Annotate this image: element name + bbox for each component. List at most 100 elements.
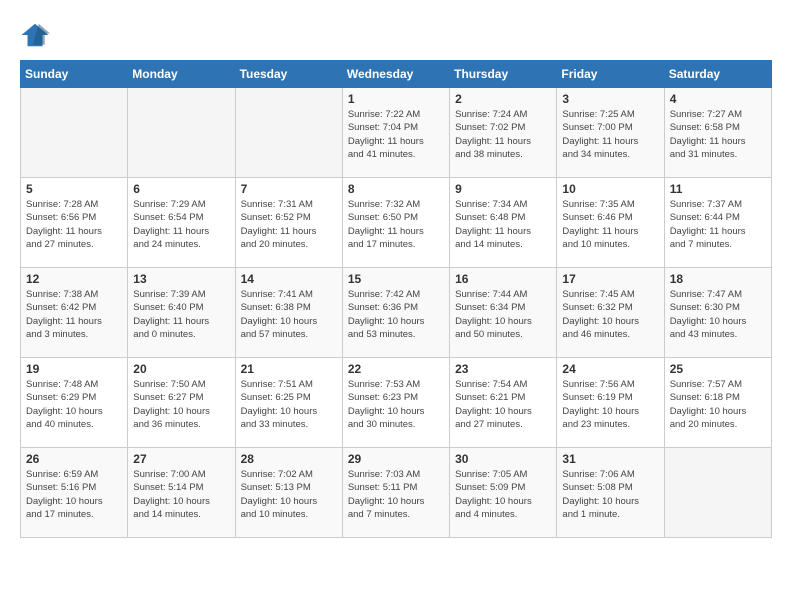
day-cell: 27Sunrise: 7:00 AM Sunset: 5:14 PM Dayli…	[128, 448, 235, 538]
day-info: Sunrise: 7:50 AM Sunset: 6:27 PM Dayligh…	[133, 378, 229, 431]
day-cell: 29 Sunrise: 7:03 AM Sunset: 5:11 PM Dayli…	[342, 448, 449, 538]
day-cell	[128, 88, 235, 178]
day-cell: 4 Sunrise: 7:27 AM Sunset: 6:58 PM Daylig…	[664, 88, 771, 178]
week-row-5: 26Sunrise: 6:59 AM Sunset: 5:16 PM Dayli…	[21, 448, 772, 538]
day-number: 16	[455, 272, 551, 286]
day-info: Sunrise: 7:53 AM Sunset: 6:23 PM Dayligh…	[348, 378, 444, 431]
day-info: Sunrise: 7:45 AM Sunset: 6:32 PM Dayligh…	[562, 288, 658, 341]
day-cell: 14 Sunrise: 7:41 AM Sunset: 6:38 PM Dayli…	[235, 268, 342, 358]
day-info: Sunrise: 7:05 AM Sunset: 5:09 PM Dayligh…	[455, 468, 551, 521]
day-info: Sunrise: 7:54 AM Sunset: 6:21 PM Dayligh…	[455, 378, 551, 431]
header-tuesday: Tuesday	[235, 61, 342, 88]
day-info: Sunrise: 7:03 AM Sunset: 5:11 PM Dayligh…	[348, 468, 444, 521]
day-info: Sunrise: 6:59 AM Sunset: 5:16 PM Dayligh…	[26, 468, 122, 521]
day-number: 13	[133, 272, 229, 286]
logo-icon	[20, 20, 50, 50]
day-info: Sunrise: 7:34 AM Sunset: 6:48 PM Dayligh…	[455, 198, 551, 251]
week-row-3: 12 Sunrise: 7:38 AM Sunset: 6:42 PM Dayli…	[21, 268, 772, 358]
day-info: Sunrise: 7:57 AM Sunset: 6:18 PM Dayligh…	[670, 378, 766, 431]
day-number: 14	[241, 272, 337, 286]
day-number: 25	[670, 362, 766, 376]
day-number: 22	[348, 362, 444, 376]
day-cell: 13 Sunrise: 7:39 AM Sunset: 6:40 PM Dayli…	[128, 268, 235, 358]
day-info: Sunrise: 7:24 AM Sunset: 7:02 PM Dayligh…	[455, 108, 551, 161]
day-number: 12	[26, 272, 122, 286]
day-number: 11	[670, 182, 766, 196]
day-cell: 24Sunrise: 7:56 AM Sunset: 6:19 PM Dayli…	[557, 358, 664, 448]
day-info: Sunrise: 7:25 AM Sunset: 7:00 PM Dayligh…	[562, 108, 658, 161]
week-row-1: 1 Sunrise: 7:22 AM Sunset: 7:04 PM Daylig…	[21, 88, 772, 178]
day-cell	[664, 448, 771, 538]
day-number: 30	[455, 452, 551, 466]
day-number: 10	[562, 182, 658, 196]
day-cell: 11 Sunrise: 7:37 AM Sunset: 6:44 PM Dayli…	[664, 178, 771, 268]
day-number: 29	[348, 452, 444, 466]
day-info: Sunrise: 7:06 AM Sunset: 5:08 PM Dayligh…	[562, 468, 658, 521]
day-cell: 23Sunrise: 7:54 AM Sunset: 6:21 PM Dayli…	[450, 358, 557, 448]
day-info: Sunrise: 7:37 AM Sunset: 6:44 PM Dayligh…	[670, 198, 766, 251]
header-monday: Monday	[128, 61, 235, 88]
day-cell: 9Sunrise: 7:34 AM Sunset: 6:48 PM Daylig…	[450, 178, 557, 268]
day-number: 1	[348, 92, 444, 106]
week-row-4: 19Sunrise: 7:48 AM Sunset: 6:29 PM Dayli…	[21, 358, 772, 448]
day-number: 7	[241, 182, 337, 196]
day-cell: 16 Sunrise: 7:44 AM Sunset: 6:34 PM Dayli…	[450, 268, 557, 358]
calendar-header-row: SundayMondayTuesdayWednesdayThursdayFrid…	[21, 61, 772, 88]
day-number: 3	[562, 92, 658, 106]
day-number: 27	[133, 452, 229, 466]
day-cell	[235, 88, 342, 178]
day-number: 21	[241, 362, 337, 376]
week-row-2: 5 Sunrise: 7:28 AM Sunset: 6:56 PM Daylig…	[21, 178, 772, 268]
day-cell: 18 Sunrise: 7:47 AM Sunset: 6:30 PM Dayli…	[664, 268, 771, 358]
day-number: 18	[670, 272, 766, 286]
day-number: 6	[133, 182, 229, 196]
day-number: 15	[348, 272, 444, 286]
day-info: Sunrise: 7:39 AM Sunset: 6:40 PM Dayligh…	[133, 288, 229, 341]
day-cell: 8 Sunrise: 7:32 AM Sunset: 6:50 PM Daylig…	[342, 178, 449, 268]
day-cell: 1 Sunrise: 7:22 AM Sunset: 7:04 PM Daylig…	[342, 88, 449, 178]
day-cell: 31 Sunrise: 7:06 AM Sunset: 5:08 PM Dayli…	[557, 448, 664, 538]
day-cell: 30 Sunrise: 7:05 AM Sunset: 5:09 PM Dayli…	[450, 448, 557, 538]
day-cell: 17Sunrise: 7:45 AM Sunset: 6:32 PM Dayli…	[557, 268, 664, 358]
day-info: Sunrise: 7:32 AM Sunset: 6:50 PM Dayligh…	[348, 198, 444, 251]
day-cell: 10 Sunrise: 7:35 AM Sunset: 6:46 PM Dayli…	[557, 178, 664, 268]
day-info: Sunrise: 7:51 AM Sunset: 6:25 PM Dayligh…	[241, 378, 337, 431]
day-cell	[21, 88, 128, 178]
calendar-table: SundayMondayTuesdayWednesdayThursdayFrid…	[20, 60, 772, 538]
page-header	[20, 20, 772, 50]
day-cell: 22 Sunrise: 7:53 AM Sunset: 6:23 PM Dayli…	[342, 358, 449, 448]
day-cell: 5 Sunrise: 7:28 AM Sunset: 6:56 PM Daylig…	[21, 178, 128, 268]
day-cell: 21 Sunrise: 7:51 AM Sunset: 6:25 PM Dayli…	[235, 358, 342, 448]
day-cell: 3 Sunrise: 7:25 AM Sunset: 7:00 PM Daylig…	[557, 88, 664, 178]
day-number: 4	[670, 92, 766, 106]
day-info: Sunrise: 7:44 AM Sunset: 6:34 PM Dayligh…	[455, 288, 551, 341]
day-info: Sunrise: 7:38 AM Sunset: 6:42 PM Dayligh…	[26, 288, 122, 341]
header-sunday: Sunday	[21, 61, 128, 88]
day-info: Sunrise: 7:28 AM Sunset: 6:56 PM Dayligh…	[26, 198, 122, 251]
day-cell: 7 Sunrise: 7:31 AM Sunset: 6:52 PM Daylig…	[235, 178, 342, 268]
day-number: 2	[455, 92, 551, 106]
header-wednesday: Wednesday	[342, 61, 449, 88]
day-number: 24	[562, 362, 658, 376]
logo	[20, 20, 54, 50]
day-cell: 28Sunrise: 7:02 AM Sunset: 5:13 PM Dayli…	[235, 448, 342, 538]
header-friday: Friday	[557, 61, 664, 88]
day-info: Sunrise: 7:47 AM Sunset: 6:30 PM Dayligh…	[670, 288, 766, 341]
header-saturday: Saturday	[664, 61, 771, 88]
day-info: Sunrise: 7:22 AM Sunset: 7:04 PM Dayligh…	[348, 108, 444, 161]
day-cell: 19Sunrise: 7:48 AM Sunset: 6:29 PM Dayli…	[21, 358, 128, 448]
day-info: Sunrise: 7:31 AM Sunset: 6:52 PM Dayligh…	[241, 198, 337, 251]
day-cell: 12 Sunrise: 7:38 AM Sunset: 6:42 PM Dayli…	[21, 268, 128, 358]
day-number: 20	[133, 362, 229, 376]
day-info: Sunrise: 7:41 AM Sunset: 6:38 PM Dayligh…	[241, 288, 337, 341]
day-number: 5	[26, 182, 122, 196]
day-cell: 25 Sunrise: 7:57 AM Sunset: 6:18 PM Dayli…	[664, 358, 771, 448]
header-thursday: Thursday	[450, 61, 557, 88]
day-number: 8	[348, 182, 444, 196]
day-number: 19	[26, 362, 122, 376]
day-cell: 26Sunrise: 6:59 AM Sunset: 5:16 PM Dayli…	[21, 448, 128, 538]
day-info: Sunrise: 7:35 AM Sunset: 6:46 PM Dayligh…	[562, 198, 658, 251]
day-number: 31	[562, 452, 658, 466]
day-info: Sunrise: 7:27 AM Sunset: 6:58 PM Dayligh…	[670, 108, 766, 161]
day-cell: 6Sunrise: 7:29 AM Sunset: 6:54 PM Daylig…	[128, 178, 235, 268]
